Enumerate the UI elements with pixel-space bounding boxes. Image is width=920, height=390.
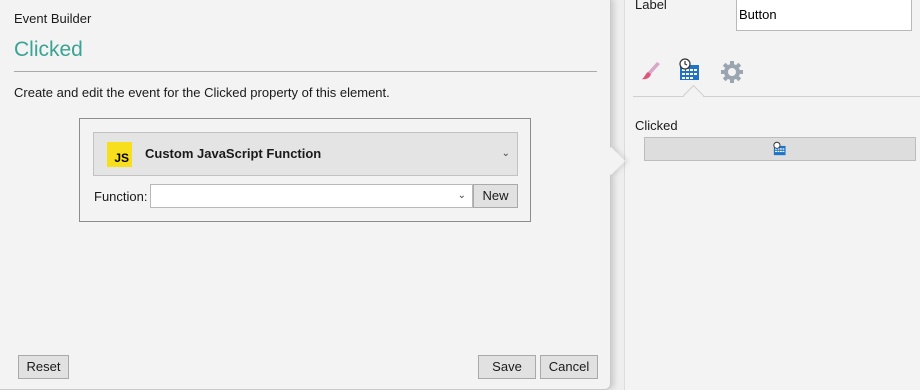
tab-divider: [633, 96, 920, 97]
action-type-label: Custom JavaScript Function: [145, 146, 322, 161]
gear-icon: [721, 61, 743, 83]
event-property-label: Clicked: [635, 118, 678, 133]
label-caption: Label: [635, 0, 667, 12]
event-calendar-icon: [679, 58, 699, 80]
chevron-down-icon: ⌄: [457, 190, 466, 201]
chevron-down-icon: ⌄: [501, 148, 510, 159]
new-function-button[interactable]: New: [473, 184, 518, 208]
tab-style[interactable]: [637, 58, 663, 84]
cancel-button[interactable]: Cancel: [540, 355, 598, 379]
function-dropdown[interactable]: ⌄: [150, 184, 473, 208]
tab-events[interactable]: [677, 57, 703, 83]
reset-button[interactable]: Reset: [18, 355, 69, 379]
edit-event-button[interactable]: [644, 137, 916, 161]
action-type-dropdown[interactable]: JS Custom JavaScript Function ⌄: [93, 132, 518, 176]
dialog-heading: Clicked: [14, 38, 83, 61]
heading-divider: [14, 71, 597, 72]
javascript-icon: JS: [107, 142, 132, 167]
save-button[interactable]: Save: [478, 355, 536, 379]
properties-panel: Label Button Clicked: [624, 0, 920, 390]
dialog-description: Create and edit the event for the Clicke…: [14, 85, 390, 100]
paintbrush-icon: [642, 62, 660, 80]
active-tab-indicator: [682, 84, 705, 107]
label-input[interactable]: [736, 0, 912, 31]
dialog-title: Event Builder: [14, 11, 92, 26]
event-calendar-icon: [773, 141, 786, 156]
dialog-pointer: [596, 146, 626, 176]
event-builder-dialog: Event Builder Clicked Create and edit th…: [0, 0, 626, 390]
tab-settings[interactable]: [719, 59, 745, 85]
action-group: JS Custom JavaScript Function ⌄ Function…: [79, 118, 531, 222]
function-label: Function:: [94, 189, 148, 204]
